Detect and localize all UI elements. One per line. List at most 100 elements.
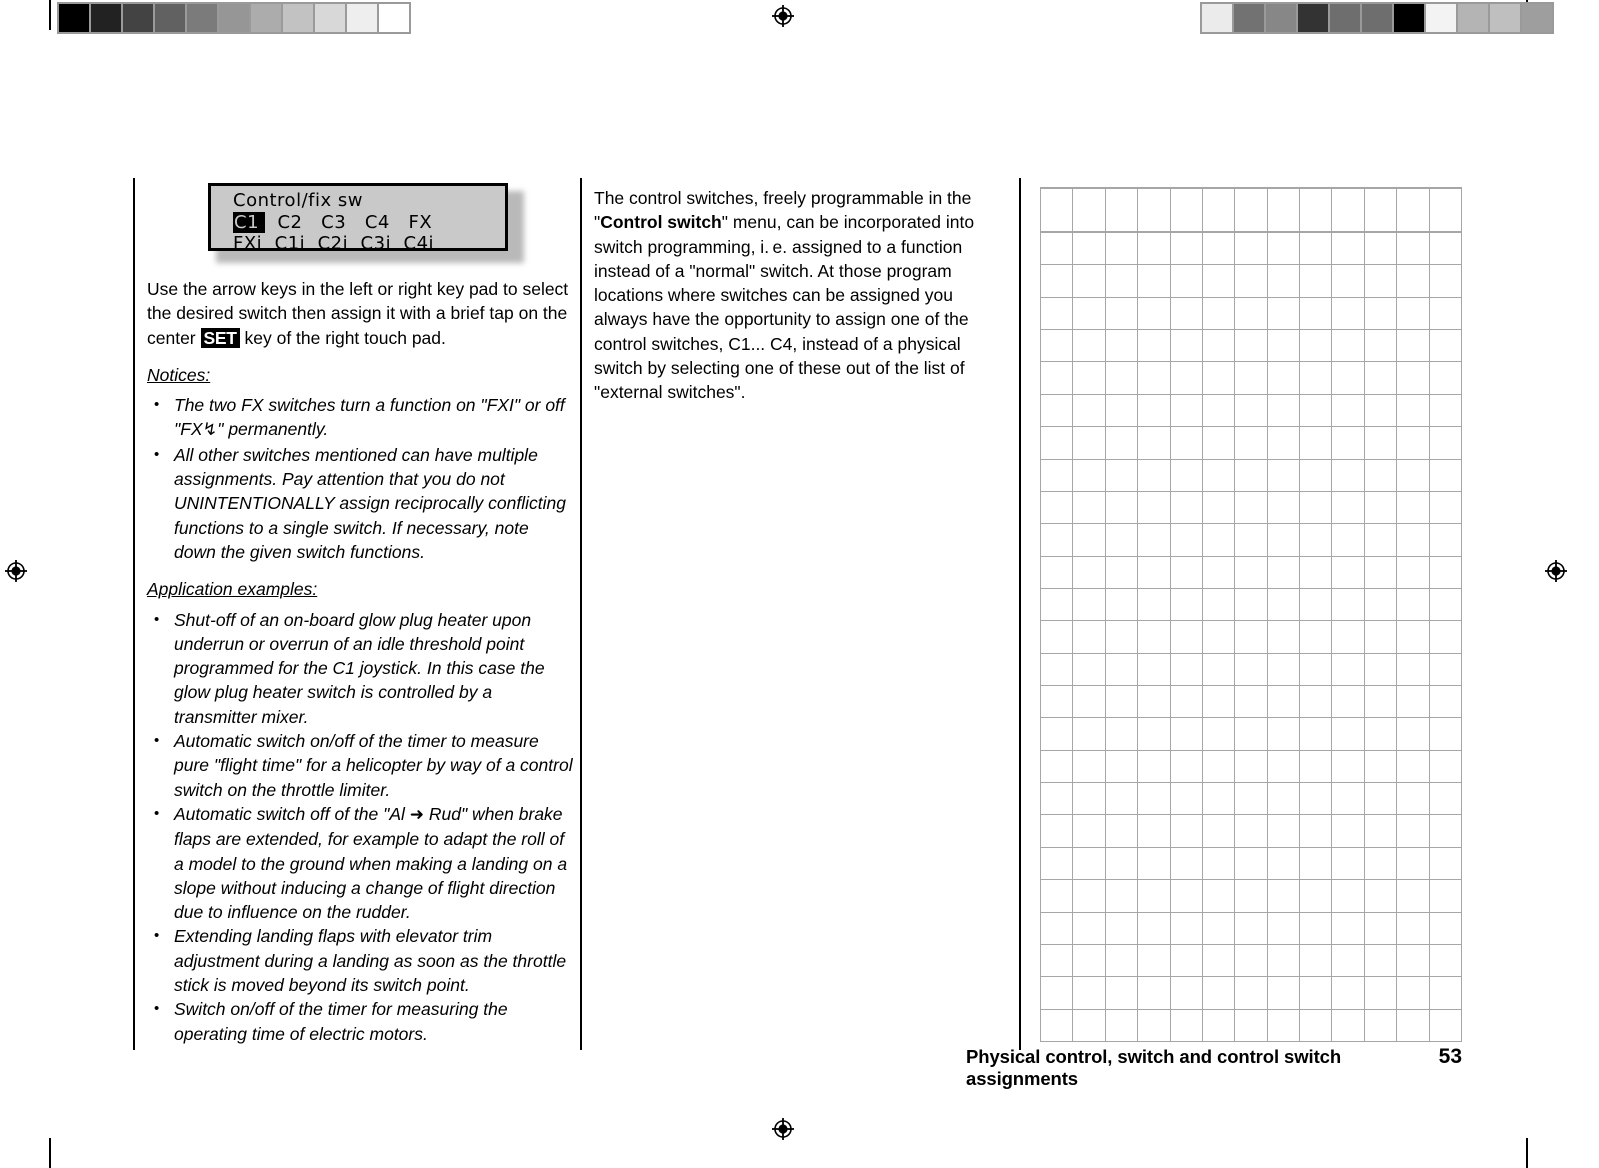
notes-grid-cell[interactable] — [1170, 297, 1203, 331]
notes-grid-cell[interactable] — [1397, 912, 1430, 945]
notes-grid-cell[interactable] — [1332, 1009, 1365, 1042]
notes-grid-cell[interactable] — [1138, 297, 1171, 331]
notes-grid-cell[interactable] — [1235, 944, 1268, 978]
notes-grid-cell[interactable] — [1170, 330, 1203, 363]
notes-grid-cell[interactable] — [1105, 750, 1139, 784]
notes-grid-cell[interactable] — [1300, 297, 1333, 331]
notes-grid-cell[interactable] — [1170, 880, 1203, 913]
notes-grid-cell[interactable] — [1202, 944, 1236, 978]
notes-grid-cell[interactable] — [1364, 718, 1398, 751]
notes-grid-cell[interactable] — [1300, 912, 1333, 945]
notes-grid-cell[interactable] — [1073, 815, 1106, 848]
notes-grid-cell[interactable] — [1138, 265, 1171, 298]
notes-grid-cell[interactable] — [1332, 588, 1365, 622]
notes-grid-cell[interactable] — [1397, 491, 1430, 525]
notes-grid-cell[interactable] — [1170, 944, 1203, 978]
notes-grid-cell[interactable] — [1073, 783, 1106, 816]
notes-grid-cell[interactable] — [1202, 783, 1236, 816]
notes-grid-cell[interactable] — [1073, 189, 1106, 233]
notes-grid-cell[interactable] — [1300, 718, 1333, 751]
notes-grid-cell[interactable] — [1397, 265, 1430, 298]
notes-grid-cell[interactable] — [1364, 427, 1398, 460]
notes-grid-cell[interactable] — [1300, 977, 1333, 1010]
notes-grid-cell[interactable] — [1267, 233, 1301, 266]
notes-grid-cell[interactable] — [1138, 459, 1171, 492]
notes-grid-cell[interactable] — [1138, 362, 1171, 395]
notes-grid-cell[interactable] — [1235, 815, 1268, 848]
notes-grid-cell[interactable] — [1073, 427, 1106, 460]
notes-grid-cell[interactable] — [1235, 1009, 1268, 1042]
notes-grid-cell[interactable] — [1429, 427, 1462, 460]
notes-grid-cell[interactable] — [1300, 524, 1333, 557]
notes-grid-cell[interactable] — [1397, 718, 1430, 751]
notes-grid-cell[interactable] — [1202, 621, 1236, 654]
notes-grid-cell[interactable] — [1364, 783, 1398, 816]
notes-grid-cell[interactable] — [1073, 944, 1106, 978]
notes-grid-cell[interactable] — [1429, 524, 1462, 557]
notes-grid-cell[interactable] — [1397, 588, 1430, 622]
notes-grid-cell[interactable] — [1105, 783, 1139, 816]
notes-grid-cell[interactable] — [1235, 524, 1268, 557]
notes-grid-cell[interactable] — [1429, 686, 1462, 719]
notes-grid-cell[interactable] — [1300, 427, 1333, 460]
notes-grid-cell[interactable] — [1267, 653, 1301, 687]
notes-grid-cell[interactable] — [1202, 265, 1236, 298]
notes-grid-cell[interactable] — [1073, 588, 1106, 622]
notes-grid-cell[interactable] — [1202, 588, 1236, 622]
notes-grid-cell[interactable] — [1267, 362, 1301, 395]
notes-grid-cell[interactable] — [1202, 297, 1236, 331]
notes-grid-cell[interactable] — [1170, 394, 1203, 428]
notes-grid-cell[interactable] — [1041, 912, 1074, 945]
notes-grid-cell[interactable] — [1105, 189, 1139, 233]
notes-grid-cell[interactable] — [1105, 427, 1139, 460]
notes-grid-cell[interactable] — [1397, 189, 1430, 233]
notes-grid-cell[interactable] — [1105, 524, 1139, 557]
notes-grid-cell[interactable] — [1073, 330, 1106, 363]
notes-grid-cell[interactable] — [1073, 1009, 1106, 1042]
notes-grid-cell[interactable] — [1138, 750, 1171, 784]
notes-grid-cell[interactable] — [1267, 621, 1301, 654]
notes-grid-cell[interactable] — [1170, 815, 1203, 848]
notes-grid-cell[interactable] — [1202, 427, 1236, 460]
notes-grid-cell[interactable] — [1300, 330, 1333, 363]
notes-grid-cell[interactable] — [1041, 362, 1074, 395]
notes-grid-cell[interactable] — [1073, 524, 1106, 557]
notes-grid-cell[interactable] — [1332, 524, 1365, 557]
notes-grid-cell[interactable] — [1332, 944, 1365, 978]
notes-grid-cell[interactable] — [1105, 491, 1139, 525]
notes-grid-cell[interactable] — [1073, 362, 1106, 395]
notes-grid-cell[interactable] — [1332, 491, 1365, 525]
notes-grid-cell[interactable] — [1138, 653, 1171, 687]
notes-grid-cell[interactable] — [1364, 750, 1398, 784]
notes-grid-cell[interactable] — [1332, 427, 1365, 460]
notes-grid-cell[interactable] — [1041, 944, 1074, 978]
notes-grid-cell[interactable] — [1267, 880, 1301, 913]
notes-grid-cell[interactable] — [1138, 588, 1171, 622]
notes-grid-cell[interactable] — [1041, 653, 1074, 687]
notes-grid-cell[interactable] — [1429, 621, 1462, 654]
notes-grid-cell[interactable] — [1429, 233, 1462, 266]
notes-grid-cell[interactable] — [1235, 362, 1268, 395]
notes-grid-cell[interactable] — [1332, 362, 1365, 395]
notes-grid-cell[interactable] — [1235, 459, 1268, 492]
notes-grid-cell[interactable] — [1202, 815, 1236, 848]
notes-grid-cell[interactable] — [1138, 815, 1171, 848]
notes-grid-cell[interactable] — [1235, 847, 1268, 881]
notes-grid-cell[interactable] — [1300, 265, 1333, 298]
notes-grid-cell[interactable] — [1170, 556, 1203, 589]
notes-grid-cell[interactable] — [1138, 556, 1171, 589]
notes-grid-cell[interactable] — [1332, 880, 1365, 913]
notes-grid-cell[interactable] — [1300, 362, 1333, 395]
lcd-selected-item[interactable]: C1 — [233, 212, 266, 233]
notes-grid-cell[interactable] — [1170, 750, 1203, 784]
notes-grid-cell[interactable] — [1105, 330, 1139, 363]
notes-grid-cell[interactable] — [1267, 588, 1301, 622]
notes-grid-cell[interactable] — [1235, 556, 1268, 589]
notes-grid-cell[interactable] — [1267, 556, 1301, 589]
notes-grid-cell[interactable] — [1267, 783, 1301, 816]
notes-grid-cell[interactable] — [1300, 1009, 1333, 1042]
notes-grid-cell[interactable] — [1073, 912, 1106, 945]
notes-grid-cell[interactable] — [1202, 912, 1236, 945]
notes-grid-cell[interactable] — [1073, 750, 1106, 784]
notes-grid-table[interactable] — [1040, 187, 1462, 1042]
